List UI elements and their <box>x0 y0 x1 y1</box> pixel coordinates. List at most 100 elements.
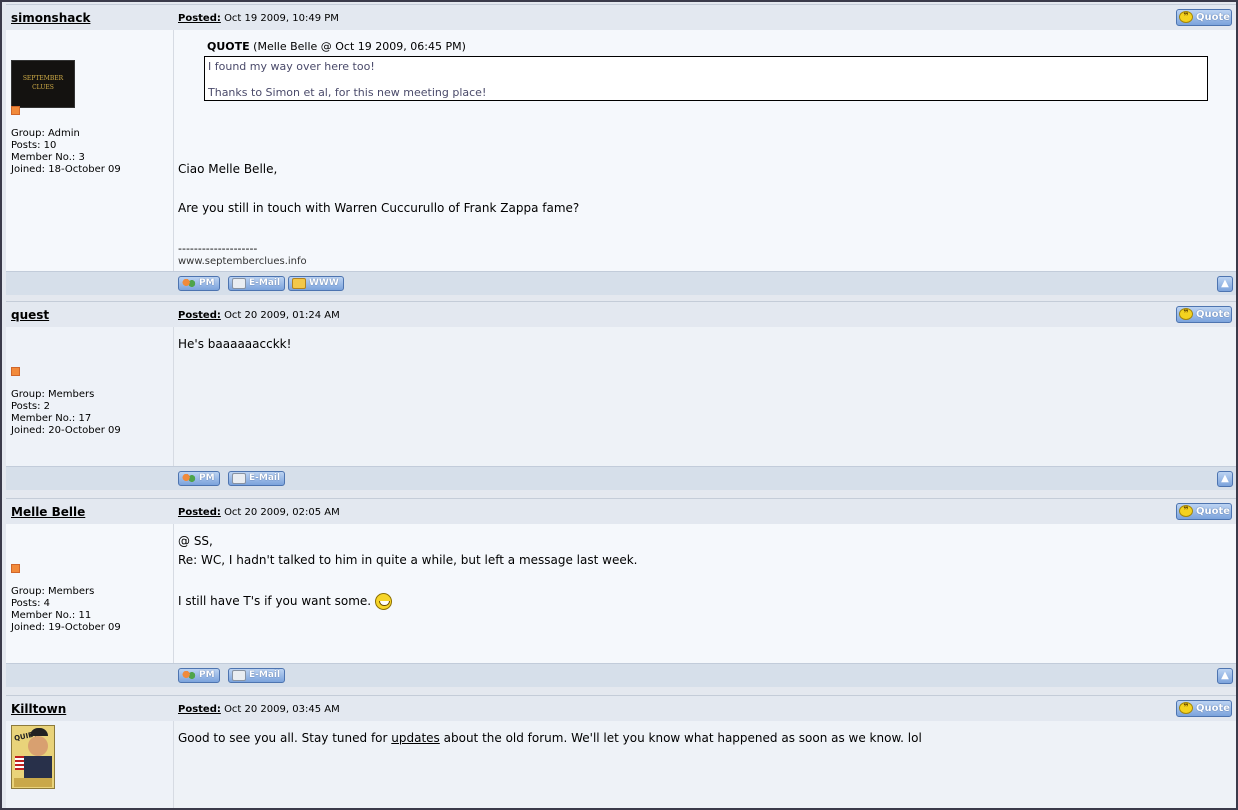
quote-icon: ❞ <box>1179 505 1193 517</box>
post-quest: quest Posted: Oct 20 2009, 01:24 AM ❞ Quo… <box>6 301 1236 494</box>
status-icon <box>11 564 20 573</box>
author-joined: Joined: 20-October 09 <box>11 425 121 436</box>
message-text-end: about the old forum. We'll let you know … <box>439 731 922 745</box>
quote-button[interactable]: ❞ Quote <box>1176 503 1232 520</box>
signature-divider: -------------------- <box>178 242 258 255</box>
author-link[interactable]: Killtown <box>11 702 66 716</box>
pm-button[interactable]: PM <box>178 276 220 291</box>
post-date: Posted: Oct 20 2009, 02:05 AM <box>178 507 340 518</box>
arrow-up-icon: ▲ <box>1221 670 1229 681</box>
quote-button[interactable]: ❞ Quote <box>1176 306 1232 323</box>
author-panel: Group: Members Posts: 4 Member No.: 11 J… <box>6 524 174 663</box>
signature-url[interactable]: www.septemberclues.info <box>178 256 307 267</box>
author-link[interactable]: quest <box>11 308 49 322</box>
quote-icon: ❞ <box>1179 11 1193 23</box>
author-link[interactable]: Melle Belle <box>11 505 85 519</box>
quote-button[interactable]: ❞ Quote <box>1176 700 1232 717</box>
email-icon <box>232 670 246 681</box>
author-panel: SEPTEMBER CLUES Group: Admin Posts: 10 M… <box>6 30 174 271</box>
author-member-no: Member No.: 17 <box>11 413 92 424</box>
posted-label: Posted: <box>178 13 221 24</box>
quote-button-label: Quote <box>1196 12 1231 23</box>
author-group: Group: Members <box>11 389 95 400</box>
back-to-top-button[interactable]: ▲ <box>1217 276 1233 292</box>
post-footer: PM E-Mail ▲ <box>6 466 1236 490</box>
www-label: WWW <box>309 278 339 288</box>
avatar-text: SEPTEMBER CLUES <box>22 75 64 91</box>
quote-icon: ❞ <box>1179 702 1193 714</box>
post-melle-belle: Melle Belle Posted: Oct 20 2009, 02:05 A… <box>6 498 1236 691</box>
pm-label: PM <box>199 670 215 680</box>
author-posts: Posts: 10 <box>11 140 57 151</box>
quote-button[interactable]: ❞ Quote <box>1176 9 1232 26</box>
updates-link[interactable]: updates <box>391 731 440 745</box>
pm-icon <box>182 473 196 484</box>
post-date: Posted: Oct 20 2009, 03:45 AM <box>178 704 340 715</box>
message-text: He's baaaaaacckk! <box>178 337 292 351</box>
author-member-no: Member No.: 3 <box>11 152 85 163</box>
email-icon <box>232 278 246 289</box>
post-date-value: Oct 20 2009, 01:24 AM <box>224 310 340 321</box>
posted-label: Posted: <box>178 704 221 715</box>
message-line-with-smiley: I still have T's if you want some. <box>178 593 392 610</box>
author-group: Group: Members <box>11 586 95 597</box>
message-text-start: Good to see you all. Stay tuned for <box>178 731 392 745</box>
post-footer: PM E-Mail WWW ▲ <box>6 271 1236 295</box>
author-stats: Group: Members Posts: 2 Member No.: 17 J… <box>11 389 121 437</box>
arrow-up-icon: ▲ <box>1221 278 1229 289</box>
post-body: He's baaaaaacckk! <box>174 327 1236 466</box>
message-text: I still have T's if you want some. <box>178 594 372 608</box>
pm-label: PM <box>199 278 215 288</box>
pm-button[interactable]: PM <box>178 471 220 486</box>
www-icon <box>292 278 306 289</box>
quote-source: (Melle Belle @ Oct 19 2009, 06:45 PM) <box>253 40 466 53</box>
post-date-value: Oct 20 2009, 02:05 AM <box>224 507 340 518</box>
author-stats: Group: Admin Posts: 10 Member No.: 3 Joi… <box>11 128 121 176</box>
post-footer: PM E-Mail ▲ <box>6 663 1236 687</box>
message-text: Are you still in touch with Warren Cuccu… <box>178 201 580 215</box>
author-stats: Group: Members Posts: 4 Member No.: 11 J… <box>11 586 121 634</box>
post-header: Killtown Posted: Oct 20 2009, 03:45 AM ❞… <box>6 695 1236 721</box>
author-panel: QUIET! <box>6 721 174 808</box>
back-to-top-button[interactable]: ▲ <box>1217 471 1233 487</box>
quote-box: I found my way over here too! Thanks to … <box>204 56 1208 101</box>
post-killtown: Killtown Posted: Oct 20 2009, 03:45 AM ❞… <box>6 695 1236 808</box>
post-date-value: Oct 20 2009, 03:45 AM <box>224 704 340 715</box>
forum-topic-frame: simonshack Posted: Oct 19 2009, 10:49 PM… <box>0 0 1238 810</box>
quote-line: Thanks to Simon et al, for this new meet… <box>208 86 487 99</box>
post-body: Good to see you all. Stay tuned for upda… <box>174 721 1236 808</box>
email-label: E-Mail <box>249 278 281 288</box>
avatar: SEPTEMBER CLUES <box>11 60 75 108</box>
email-button[interactable]: E-Mail <box>228 471 286 486</box>
quote-line: I found my way over here too! <box>208 60 375 73</box>
post-simonshack: simonshack Posted: Oct 19 2009, 10:49 PM… <box>6 4 1236 298</box>
www-button[interactable]: WWW <box>288 276 344 291</box>
pm-button[interactable]: PM <box>178 668 220 683</box>
back-to-top-button[interactable]: ▲ <box>1217 668 1233 684</box>
quote-icon: ❞ <box>1179 308 1193 320</box>
author-link[interactable]: simonshack <box>11 11 90 25</box>
post-date: Posted: Oct 19 2009, 10:49 PM <box>178 13 339 24</box>
quote-button-label: Quote <box>1196 703 1231 714</box>
post-header: quest Posted: Oct 20 2009, 01:24 AM ❞ Quo… <box>6 301 1236 327</box>
pm-icon <box>182 278 196 289</box>
email-icon <box>232 473 246 484</box>
smiley-icon <box>374 593 392 610</box>
quote-title: QUOTE (Melle Belle @ Oct 19 2009, 06:45 … <box>207 40 466 53</box>
post-body: @ SS, Re: WC, I hadn't talked to him in … <box>174 524 1236 663</box>
author-joined: Joined: 19-October 09 <box>11 622 121 633</box>
author-posts: Posts: 2 <box>11 401 51 412</box>
email-button[interactable]: E-Mail <box>228 668 286 683</box>
quote-button-label: Quote <box>1196 309 1231 320</box>
posted-label: Posted: <box>178 310 221 321</box>
post-body: QUOTE (Melle Belle @ Oct 19 2009, 06:45 … <box>174 30 1236 271</box>
email-button[interactable]: E-Mail <box>228 276 286 291</box>
posted-label: Posted: <box>178 507 221 518</box>
message-text: @ SS, <box>178 534 213 548</box>
message-text: Good to see you all. Stay tuned for upda… <box>178 732 922 745</box>
email-label: E-Mail <box>249 473 281 483</box>
quote-label: QUOTE <box>207 40 250 53</box>
pm-label: PM <box>199 473 215 483</box>
author-member-no: Member No.: 11 <box>11 610 92 621</box>
post-header: simonshack Posted: Oct 19 2009, 10:49 PM… <box>6 4 1236 30</box>
